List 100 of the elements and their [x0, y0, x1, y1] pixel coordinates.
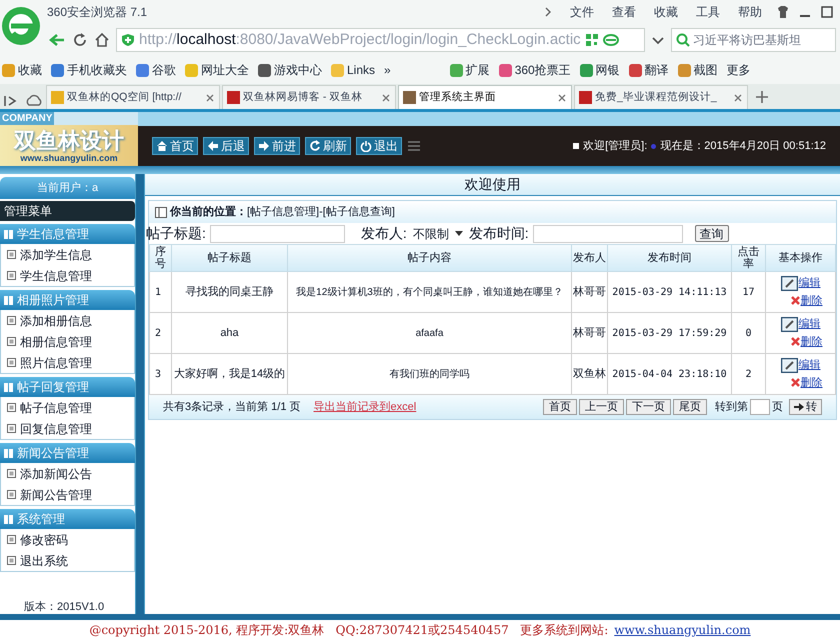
table-cell: 寻找我的同桌王静: [172, 272, 288, 312]
back-icon[interactable]: [48, 32, 66, 48]
item-icon: [7, 424, 16, 433]
column-header: 发布时间: [608, 244, 732, 272]
bookmark-item[interactable]: 扩展: [450, 61, 490, 79]
user-bar: 当前用户：a: [0, 177, 135, 199]
edit-link[interactable]: 编辑: [780, 357, 820, 374]
edit-link[interactable]: 编辑: [780, 275, 820, 292]
menu-item[interactable]: 工具: [696, 3, 720, 21]
item-icon: [7, 535, 16, 544]
column-header: 帖子内容: [288, 244, 572, 272]
browser-tab[interactable]: 双鱼林网易博客 - 双鱼林: [222, 85, 396, 109]
company-label: COMPANY: [0, 112, 54, 125]
field-label: 发布时间:: [468, 224, 529, 243]
delete-link[interactable]: 删除: [790, 334, 822, 350]
menu-item[interactable]: 相册信息管理: [1, 331, 134, 352]
menu-item[interactable]: 添加新闻公告: [1, 463, 134, 484]
nav-button[interactable]: 后退: [203, 137, 249, 155]
nav-button[interactable]: 首页: [152, 137, 198, 155]
menu-item[interactable]: 退出系统: [1, 550, 134, 571]
time-input[interactable]: [532, 224, 683, 242]
table-cell: 2015-03-29 14:11:13: [608, 272, 732, 312]
bookmark-item[interactable]: 360抢票王: [498, 61, 571, 79]
pencil-icon: [780, 276, 798, 291]
logo-text: 双鱼林设计: [14, 128, 124, 152]
close-icon[interactable]: [557, 92, 567, 102]
current-time: 现在是：2015年4月20日 00:51:12: [660, 138, 826, 154]
browser-tab[interactable]: 管理系统主界面: [398, 85, 572, 109]
maximize-icon[interactable]: [820, 5, 834, 19]
pager-button[interactable]: 首页: [543, 399, 577, 415]
search-field[interactable]: 习近平将访巴基斯坦: [671, 28, 836, 52]
menu-item[interactable]: 回复信息管理: [1, 418, 134, 439]
bookmark-item[interactable]: 翻译: [628, 61, 669, 79]
menu-item[interactable]: 新闻公告管理: [1, 484, 134, 505]
welcome-text: 欢迎[管理员]:: [583, 138, 648, 154]
browser-tab[interactable]: 免费_毕业课程范例设计_: [574, 85, 748, 109]
edit-link[interactable]: 编辑: [780, 316, 820, 332]
nav-button[interactable]: 退出: [356, 137, 402, 155]
browser-tab[interactable]: 双鱼林的QQ空间 [http://: [46, 85, 220, 109]
nav-button[interactable]: 前进: [254, 137, 300, 155]
bookmark-item[interactable]: 游戏中心: [258, 61, 322, 79]
bookmark-item[interactable]: 网址大全: [185, 61, 249, 79]
menu-item[interactable]: 学生信息管理: [1, 265, 134, 286]
menu-item[interactable]: 添加相册信息: [1, 310, 134, 331]
caret-icon: [454, 230, 463, 236]
pager-button[interactable]: 上一页: [579, 399, 624, 415]
pencil-icon: [780, 316, 798, 332]
menu-item[interactable]: 收藏: [654, 3, 678, 21]
bookmark-item[interactable]: 收藏: [2, 61, 42, 79]
delete-link[interactable]: 删除: [790, 292, 822, 309]
nav-button[interactable]: 刷新: [305, 137, 351, 155]
title-input[interactable]: [210, 224, 345, 242]
query-button[interactable]: 查询: [694, 225, 729, 242]
bookmark-item[interactable]: 更多: [726, 61, 751, 79]
close-icon[interactable]: [733, 92, 743, 102]
browser-mode-icon[interactable]: [602, 33, 619, 47]
menu-item[interactable]: 文件: [570, 3, 594, 21]
address-field[interactable]: http://localhost:8080/JavaWebProject/login/login_CheckLogin.actic: [116, 28, 645, 52]
chevron-icon[interactable]: [544, 7, 552, 17]
pager-button[interactable]: 尾页: [673, 399, 707, 415]
go-button[interactable]: 转: [789, 399, 822, 415]
refresh-icon: [309, 140, 321, 152]
qr-code-icon[interactable]: [584, 33, 599, 47]
version-text: 版本：2015V1.0: [24, 600, 106, 614]
menu-item[interactable]: 添加学生信息: [1, 244, 134, 265]
refresh-icon[interactable]: [72, 32, 88, 48]
bookmark-item[interactable]: 谷歌: [136, 61, 176, 79]
home-icon[interactable]: [94, 32, 110, 48]
bookmark-item[interactable]: 网银: [580, 61, 620, 79]
table-cell: 17: [732, 272, 766, 312]
item-icon: [7, 358, 16, 367]
bookmark-item[interactable]: 截图: [678, 61, 718, 79]
bookmark-item[interactable]: Links: [331, 61, 376, 79]
close-icon[interactable]: [381, 92, 391, 102]
menu-item[interactable]: 查看: [612, 3, 636, 21]
delete-icon: [790, 296, 800, 306]
pager-button[interactable]: 下一页: [626, 399, 671, 415]
table-cell: 林哥哥: [572, 312, 608, 354]
bookmark-item[interactable]: »: [384, 61, 391, 79]
menu-item[interactable]: 修改密码: [1, 529, 134, 550]
page-icon: [155, 206, 167, 218]
export-link[interactable]: 导出当前记录到excel: [314, 398, 416, 416]
item-icon: [7, 403, 16, 412]
menu-item[interactable]: 帮助: [738, 3, 762, 21]
website-link[interactable]: www.shuangyulin.com: [614, 621, 751, 639]
page-input[interactable]: [750, 399, 770, 415]
delete-link[interactable]: 删除: [790, 374, 822, 391]
pencil-icon: [780, 358, 798, 373]
bookmark-item[interactable]: 手机收藏夹: [51, 61, 127, 79]
new-tab-icon[interactable]: [756, 91, 768, 103]
column-header: 点击率: [732, 244, 766, 272]
menu-icon[interactable]: [407, 140, 421, 152]
page-label: 页: [772, 400, 783, 415]
close-icon[interactable]: [205, 92, 215, 102]
shirt-icon[interactable]: [776, 5, 790, 19]
table-cell: 2: [150, 312, 172, 354]
column-header: 基本操作: [766, 244, 836, 272]
menu-item[interactable]: 照片信息管理: [1, 352, 134, 373]
menu-item[interactable]: 帖子信息管理: [1, 397, 134, 418]
record-summary: 共有3条记录，当前第 1/1 页: [163, 400, 301, 415]
